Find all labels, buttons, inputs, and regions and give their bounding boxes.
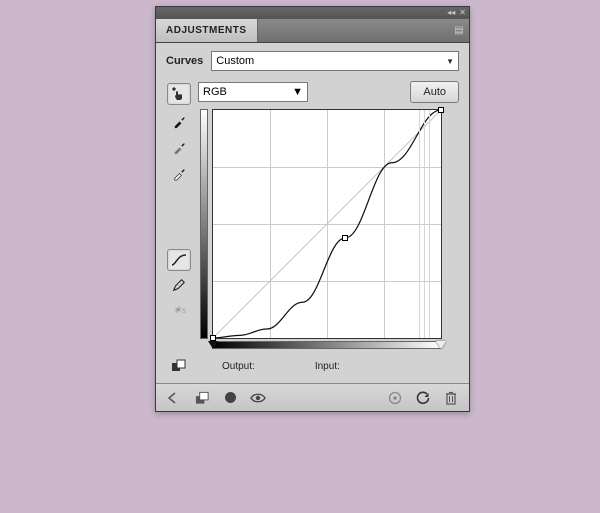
white-point-handle[interactable] — [436, 341, 446, 349]
eyedropper-gray-icon[interactable] — [167, 136, 191, 158]
mask-icon[interactable] — [220, 388, 240, 408]
curve-control-point[interactable] — [342, 235, 348, 241]
auto-button[interactable]: Auto — [410, 81, 459, 103]
panel-menu-icon[interactable]: ▤ — [449, 19, 469, 42]
input-label: Input: — [315, 361, 340, 372]
back-icon[interactable] — [164, 388, 184, 408]
panel-body: Curves Custom ▼ — [156, 43, 469, 383]
preset-dropdown[interactable]: Custom ▼ — [211, 51, 459, 71]
collapse-icon[interactable]: ◂◂ — [447, 9, 455, 17]
preset-value: Custom — [216, 55, 254, 67]
close-icon[interactable]: ✕ — [459, 9, 466, 17]
pencil-mode-icon[interactable] — [167, 274, 191, 296]
output-label: Output: — [222, 361, 255, 372]
tools-row: ✶s RGB ▼ Auto — [166, 81, 459, 349]
curve-control-point[interactable] — [438, 107, 444, 113]
visibility-icon[interactable] — [248, 388, 268, 408]
curves-label: Curves — [166, 55, 203, 67]
black-point-handle[interactable] — [208, 341, 218, 349]
edit-mode-group: ✶s — [167, 249, 191, 321]
clip-icon[interactable] — [167, 355, 191, 377]
targeted-adjust-tool[interactable] — [167, 83, 191, 105]
chevron-down-icon: ▼ — [292, 86, 303, 98]
tab-row: ADJUSTMENTS ▤ — [156, 19, 469, 43]
io-row: Output: Input: — [166, 355, 459, 377]
input-gradient[interactable] — [212, 341, 442, 349]
curve-mode-icon[interactable] — [167, 249, 191, 271]
eyedropper-black-icon[interactable] — [167, 110, 191, 132]
tab-adjustments[interactable]: ADJUSTMENTS — [156, 19, 258, 42]
layers-icon[interactable] — [192, 388, 212, 408]
target-icon[interactable] — [385, 388, 405, 408]
finger-icon — [171, 86, 187, 102]
trash-icon[interactable] — [441, 388, 461, 408]
channel-dropdown[interactable]: RGB ▼ — [198, 82, 308, 102]
chevron-down-icon: ▼ — [446, 57, 454, 66]
panel-footer — [156, 383, 469, 411]
channel-row: RGB ▼ Auto — [198, 81, 459, 103]
left-tool-column: ✶s — [166, 81, 192, 321]
curve-graph-area: RGB ▼ Auto — [198, 81, 459, 349]
preset-row: Curves Custom ▼ — [166, 51, 459, 71]
eyedropper-white-icon[interactable] — [167, 162, 191, 184]
output-gradient — [200, 109, 208, 339]
panel-titlebar: ◂◂ ✕ — [156, 7, 469, 19]
reset-icon[interactable] — [413, 388, 433, 408]
smooth-mode-icon[interactable]: ✶s — [167, 299, 191, 321]
channel-value: RGB — [203, 86, 227, 98]
eyedropper-group — [167, 110, 191, 184]
adjustments-panel: ◂◂ ✕ ADJUSTMENTS ▤ Curves Custom ▼ — [155, 6, 470, 412]
curve-graph[interactable] — [212, 109, 442, 339]
